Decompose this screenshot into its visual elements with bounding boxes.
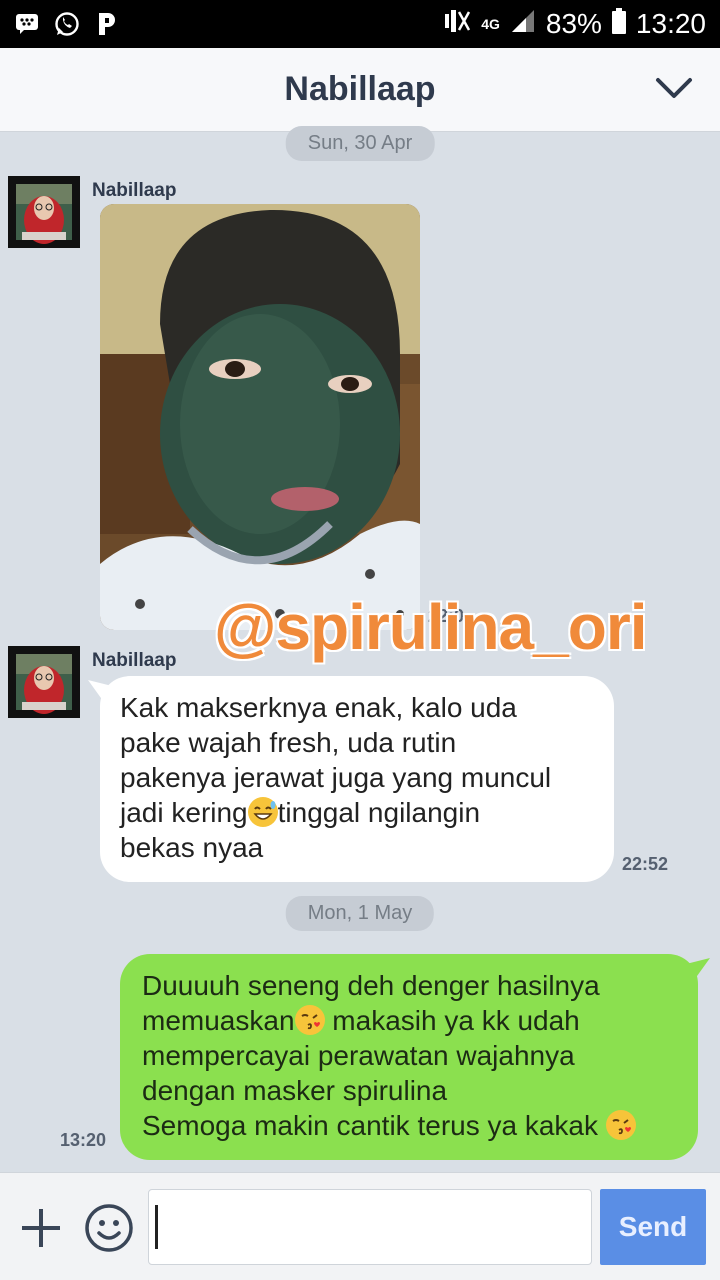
mute-icon xyxy=(443,8,471,41)
message-line: Duuuuh seneng deh denger hasilnya xyxy=(142,970,600,1001)
battery-percent: 83% xyxy=(545,8,602,39)
outgoing-message-bubble[interactable]: Duuuuh seneng deh denger hasilnya memuas… xyxy=(120,954,710,1160)
message-line: pake wajah fresh, uda rutin xyxy=(120,727,457,758)
chat-area[interactable]: Sun, 30 Apr Nabillaap 22:0 Nabillaap Kak… xyxy=(0,126,720,1172)
sender-name: Nabillaap xyxy=(92,650,177,671)
clock: 13:20 xyxy=(635,8,706,39)
sender-name: Nabillaap xyxy=(92,180,177,201)
message-time: 13:20 xyxy=(60,1130,107,1150)
message-line: bekas nyaa xyxy=(120,832,264,863)
text-cursor xyxy=(155,1205,158,1249)
avatar[interactable] xyxy=(8,176,80,248)
network-type: 4G xyxy=(481,16,500,32)
bbm-icon xyxy=(14,11,40,37)
date-separator: Sun, 30 Apr xyxy=(285,126,435,161)
message-line: pakenya jerawat juga yang muncul xyxy=(120,762,552,793)
plus-icon[interactable] xyxy=(18,1205,64,1251)
message-input-bar: Send xyxy=(0,1172,720,1280)
whatsapp-icon xyxy=(54,11,80,37)
battery-icon xyxy=(611,7,626,41)
message-input[interactable] xyxy=(148,1189,592,1265)
kiss-emoji-icon xyxy=(294,1005,325,1035)
chevron-down-icon[interactable] xyxy=(654,74,694,104)
message-photo[interactable] xyxy=(100,204,420,630)
avatar[interactable] xyxy=(8,646,80,718)
incoming-message-bubble[interactable]: Kak makserknya enak, kalo uda pake wajah… xyxy=(88,676,614,882)
message-line: dengan masker spirulina xyxy=(142,1075,448,1106)
message-time: 22:52 xyxy=(622,854,669,874)
parking-icon xyxy=(94,11,120,37)
chat-title: Nabillaap xyxy=(284,70,436,108)
message-line: mempercayai perawatan wajahnya xyxy=(142,1040,575,1071)
message-line: makasih ya kk udah xyxy=(324,1005,580,1036)
signal-icon xyxy=(510,8,536,41)
watermark: @spirulina_ori xyxy=(214,591,647,663)
kiss-emoji-icon xyxy=(605,1110,636,1140)
message-line: tinggal ngilangin xyxy=(277,797,481,828)
grinning-sweat-emoji-icon xyxy=(247,797,278,827)
chat-header: Nabillaap xyxy=(0,48,720,132)
message-line: jadi kering xyxy=(120,797,248,828)
emoji-icon[interactable] xyxy=(84,1203,134,1253)
message-line: Kak makserknya enak, kalo uda xyxy=(120,692,517,723)
message-line: Semoga makin cantik terus ya kakak xyxy=(142,1110,606,1141)
send-button[interactable]: Send xyxy=(600,1189,706,1265)
message-line: memuaskan xyxy=(142,1005,295,1036)
status-bar: 4G 83% 13:20 xyxy=(0,0,720,48)
date-separator: Mon, 1 May xyxy=(285,896,435,931)
